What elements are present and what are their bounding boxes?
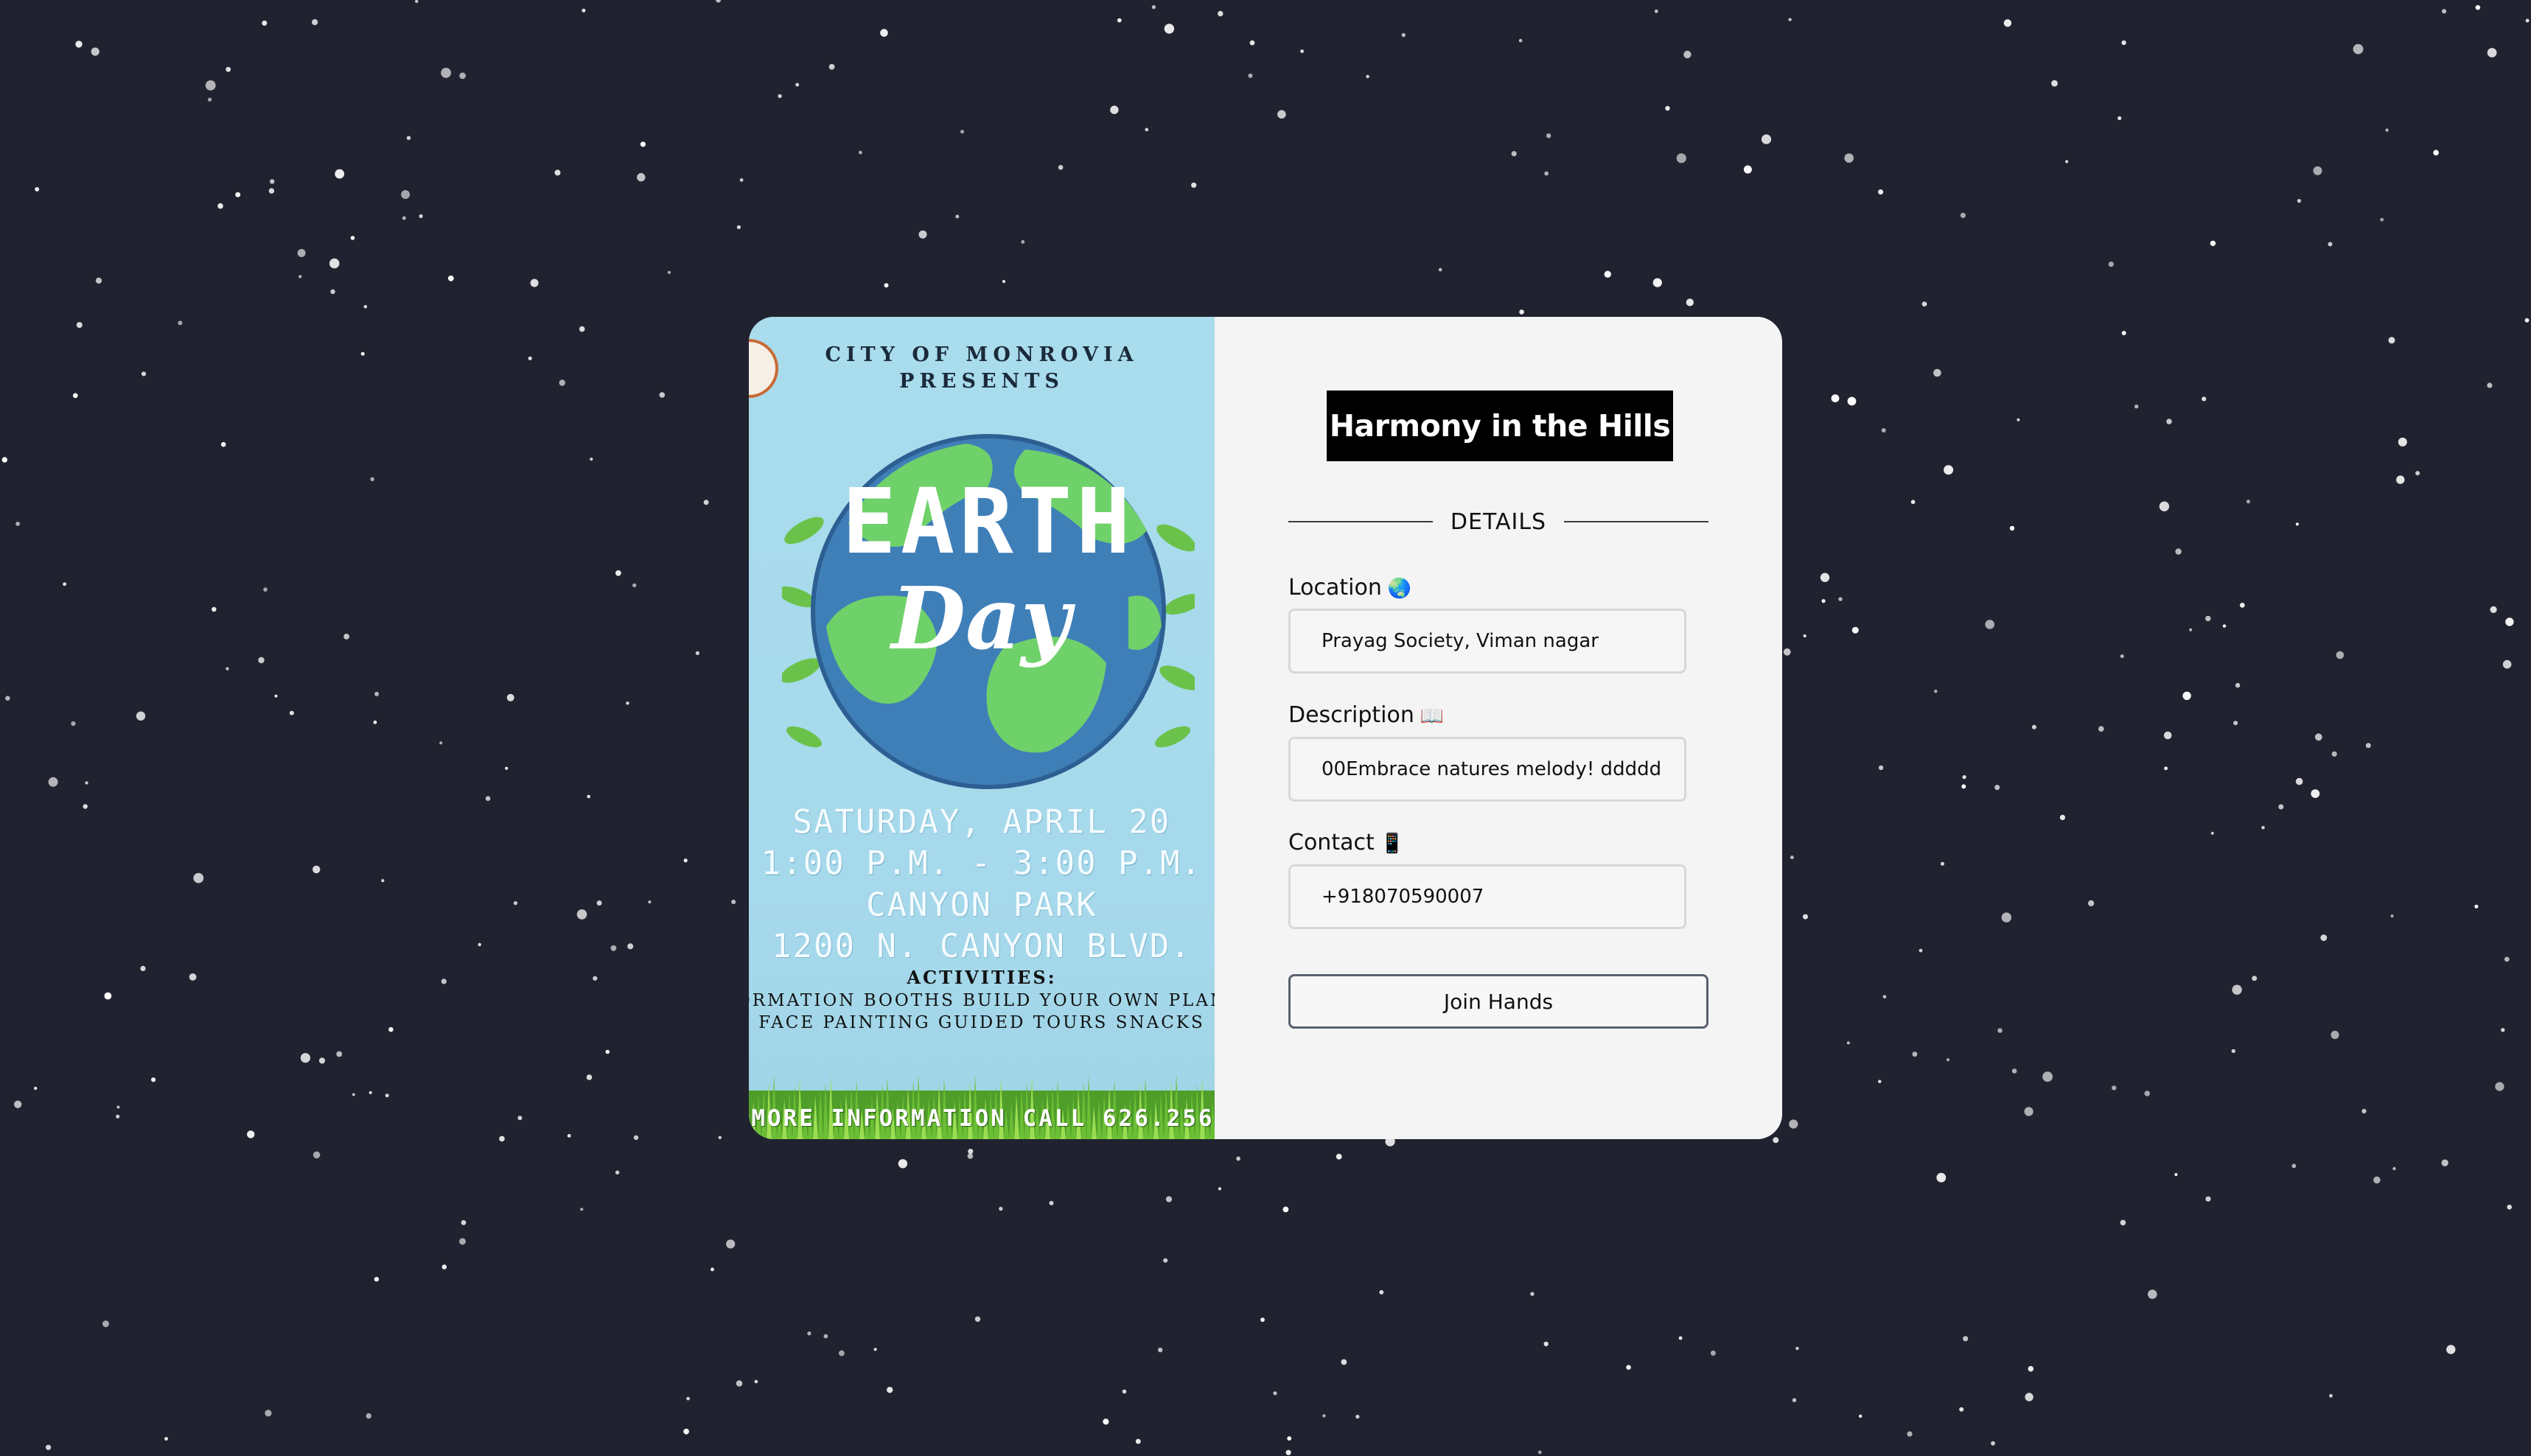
poster-activities-title: ACTIVITIES: <box>907 967 1057 988</box>
divider-line <box>1564 521 1708 522</box>
divider-line <box>1288 521 1433 522</box>
poster-date: SATURDAY, APRIL 20 <box>792 802 1171 841</box>
join-hands-button[interactable]: Join Hands <box>1288 974 1708 1029</box>
book-icon: 📖 <box>1420 705 1445 727</box>
event-card: CITY OF MONROVIA PRESENTS EARTH Day SATU… <box>749 317 1782 1139</box>
mobile-phone-icon: 📱 <box>1380 833 1405 855</box>
globe-icon: 🌏 <box>1387 578 1412 600</box>
poster-address: 1200 N. CANYON BLVD. <box>772 927 1192 966</box>
poster-headline-earth: EARTH <box>842 469 1134 574</box>
contact-label: Contact 📱 <box>1288 830 1405 855</box>
details-heading: DETAILS <box>1450 508 1547 535</box>
poster-footer-info: R MORE INFORMATION CALL 626.256.824 <box>749 1105 1215 1132</box>
details-divider: DETAILS <box>1288 507 1708 536</box>
poster-time: 1:00 P.M. - 3:00 P.M. <box>761 844 1203 883</box>
poster-venue: CANYON PARK <box>866 886 1097 925</box>
earth-globe-illustration: EARTH Day <box>782 434 1195 789</box>
contact-field[interactable]: +918070590007 <box>1288 864 1686 929</box>
description-label: Description 📖 <box>1288 702 1445 728</box>
description-field[interactable]: 00Embrace natures melody! ddddd <box>1288 737 1686 802</box>
event-title: Harmony in the Hills <box>1327 391 1673 461</box>
poster-headline-day: Day <box>889 569 1076 669</box>
poster-presenter: CITY OF MONROVIA PRESENTS <box>825 343 1139 393</box>
poster-activities-line: ORMATION BOOTHS BUILD YOUR OWN PLAN <box>749 991 1215 1010</box>
event-details-panel: Harmony in the Hills DETAILS Location 🌏 P… <box>1215 317 1782 1139</box>
poster-event-info: SATURDAY, APRIL 20 1:00 P.M. - 3:00 P.M.… <box>749 802 1215 967</box>
event-poster-image: CITY OF MONROVIA PRESENTS EARTH Day SATU… <box>749 317 1215 1139</box>
location-label: Location 🌏 <box>1288 575 1412 601</box>
location-field[interactable]: Prayag Society, Viman nagar <box>1288 609 1686 673</box>
poster-activities-line: FACE PAINTING GUIDED TOURS SNACKS <box>758 1013 1205 1032</box>
